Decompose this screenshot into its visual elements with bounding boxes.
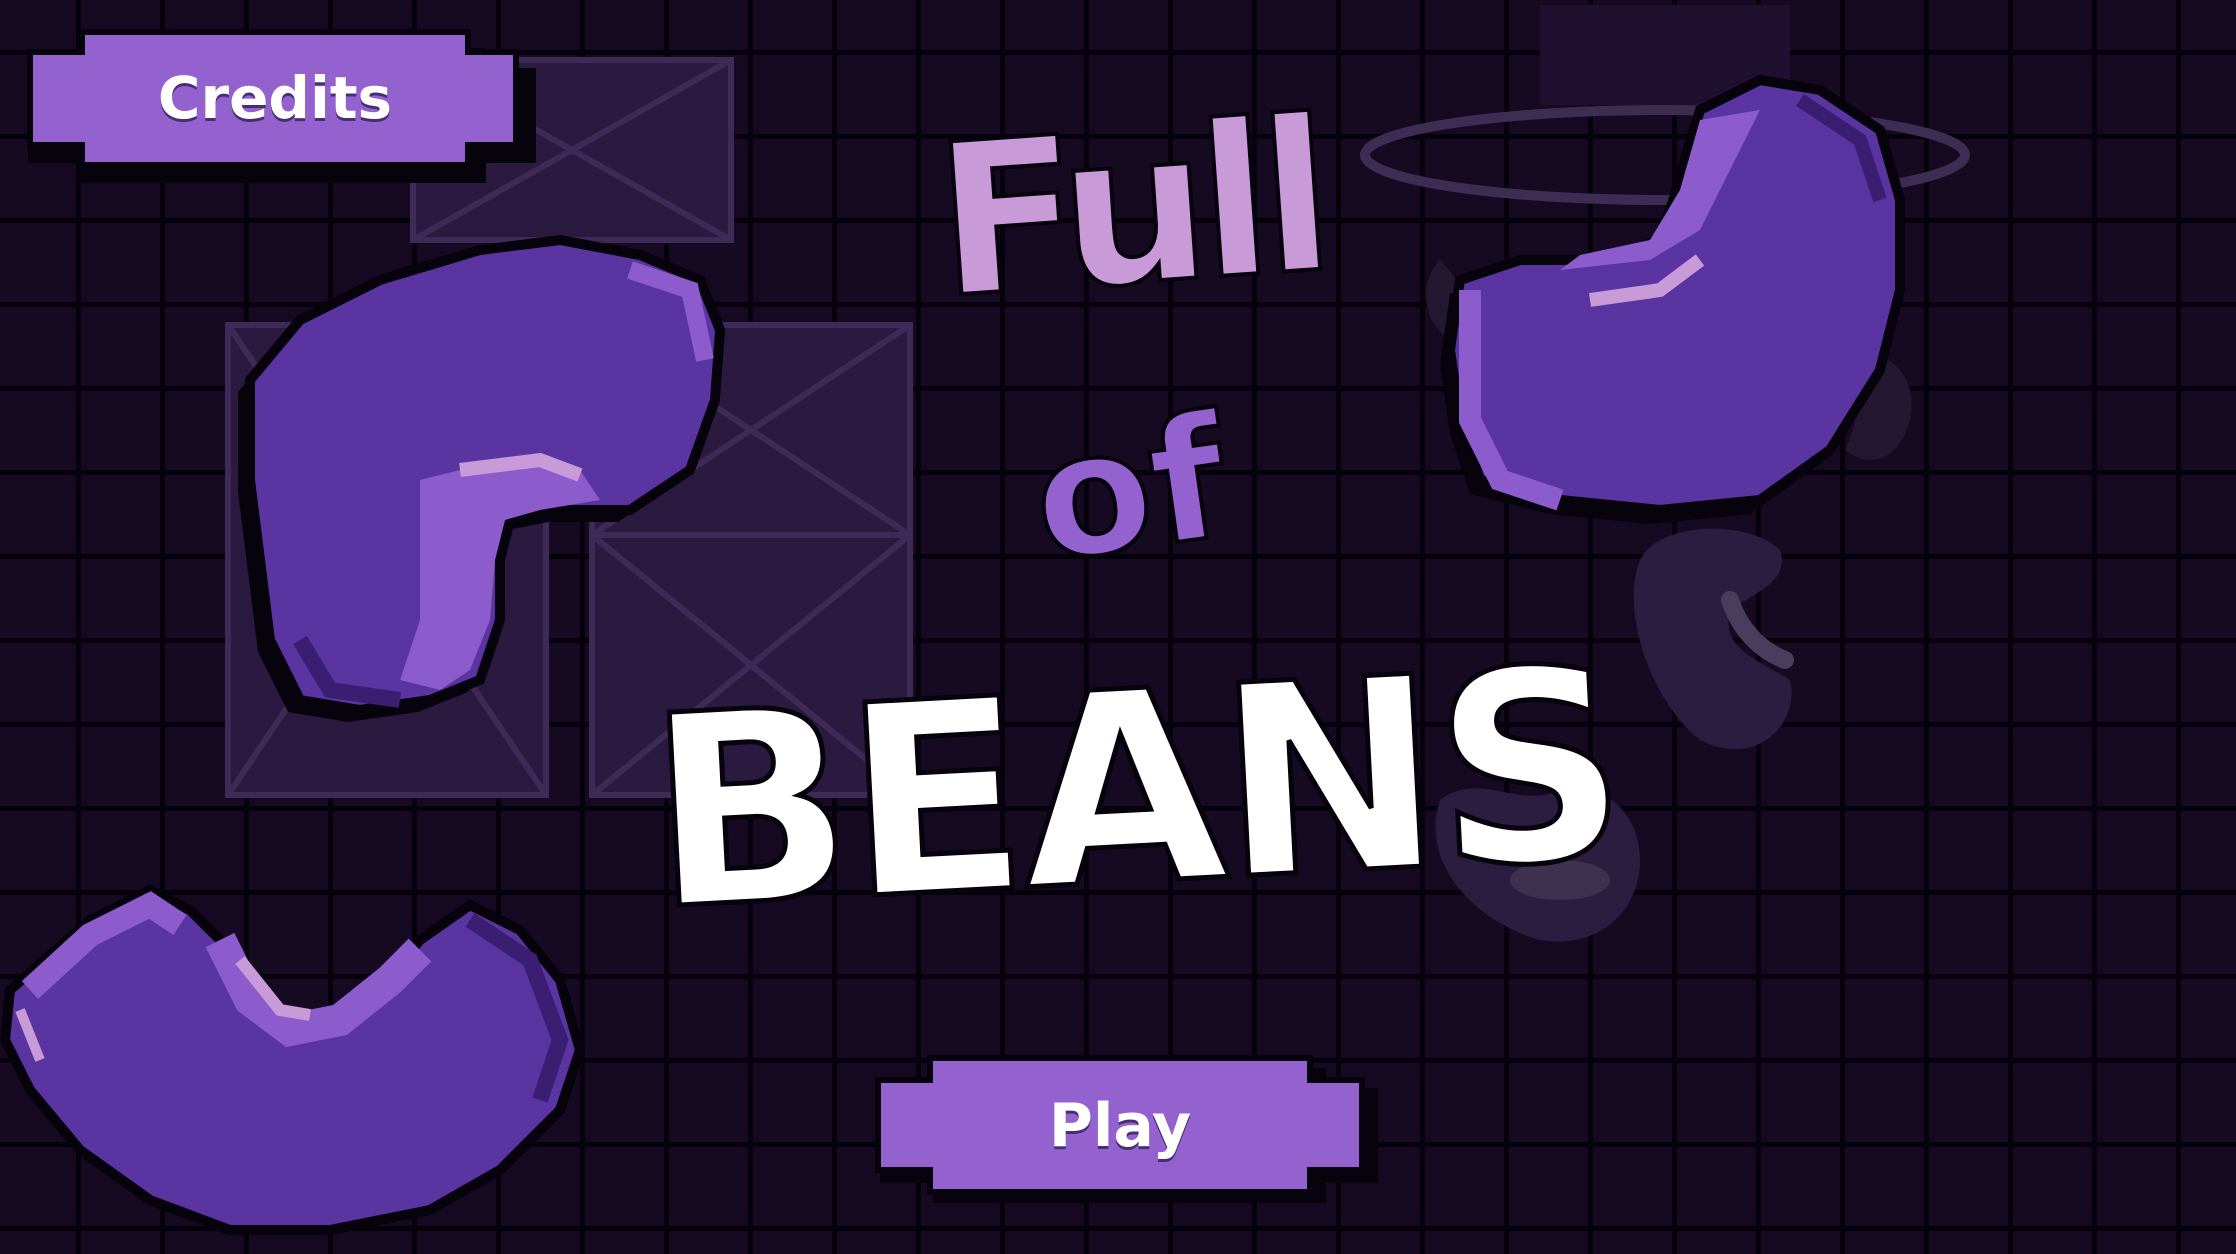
title-of: of (1020, 377, 1240, 604)
title-beans: BEANS (640, 608, 1631, 971)
play-button[interactable]: Play (960, 1086, 1280, 1166)
title-full: Full (927, 72, 1334, 347)
